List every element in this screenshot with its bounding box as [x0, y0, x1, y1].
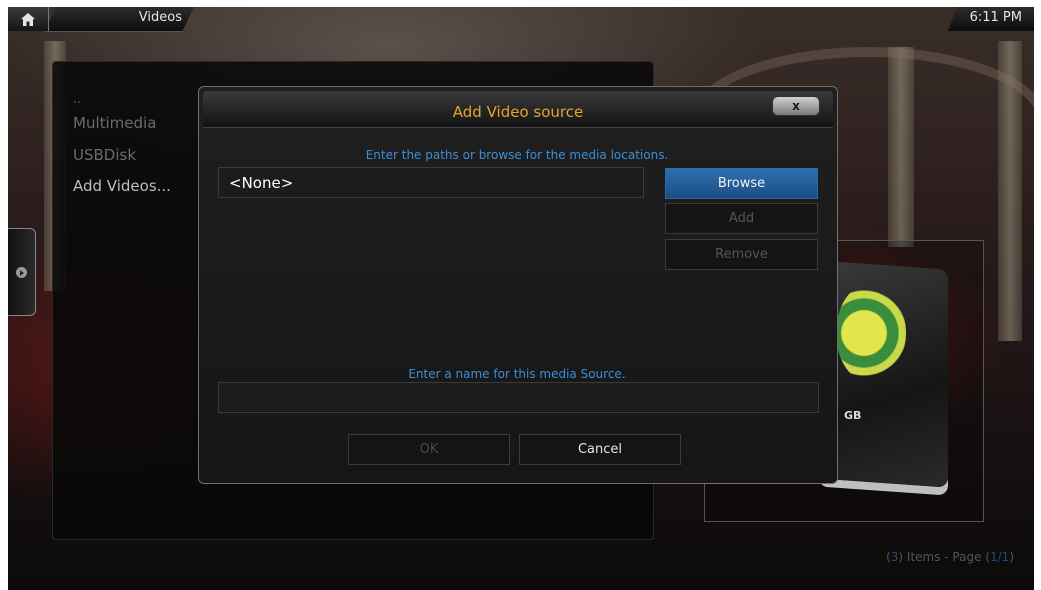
items-page-counter: (3) Items - Page (1/1)	[886, 550, 1014, 564]
remove-button[interactable]: Remove	[665, 239, 818, 270]
browse-button[interactable]: Browse	[665, 168, 818, 199]
source-name-input[interactable]	[218, 382, 819, 413]
dialog-title: Add Video source	[452, 103, 584, 121]
close-icon: x	[792, 99, 800, 113]
add-button[interactable]: Add	[665, 203, 818, 234]
list-item-usbdisk[interactable]: USBDisk	[73, 146, 136, 164]
path-list-item[interactable]: <None>	[218, 167, 644, 198]
clock: 6:11 PM	[969, 10, 1022, 25]
paths-prompt: Enter the paths or browse for the media …	[365, 148, 669, 162]
home-icon	[21, 12, 35, 26]
close-button[interactable]: x	[772, 96, 820, 116]
list-item-parent[interactable]: ..	[73, 92, 81, 106]
name-prompt: Enter a name for this media Source.	[408, 367, 626, 381]
ok-button[interactable]: OK	[348, 434, 510, 465]
items-text: Items - Page	[903, 550, 986, 564]
page-title: Videos	[138, 10, 182, 25]
drive-label: GB	[844, 409, 862, 422]
home-button[interactable]	[8, 7, 49, 31]
list-item-multimedia[interactable]: Multimedia	[73, 114, 156, 132]
side-menu-tab[interactable]	[8, 228, 36, 316]
add-source-dialog: Add Video source	[198, 86, 838, 484]
cancel-button[interactable]: Cancel	[519, 434, 681, 465]
drive-add-icon	[836, 283, 906, 383]
page-number: 1/1	[990, 550, 1010, 564]
item-count: 3	[890, 550, 899, 564]
arrow-right-icon	[16, 266, 27, 278]
list-item-add-videos[interactable]: Add Videos...	[73, 177, 171, 195]
